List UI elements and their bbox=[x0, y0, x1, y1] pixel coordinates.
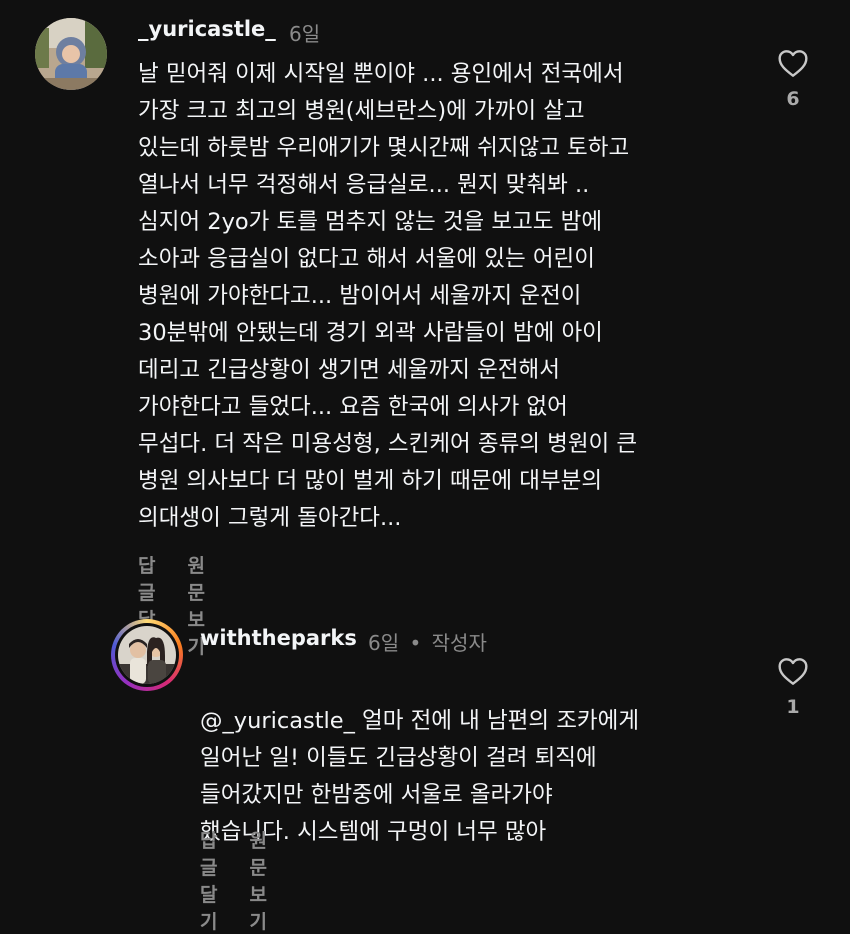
like-control: 6 bbox=[771, 48, 815, 110]
mention-link[interactable]: @_yuricastle_ bbox=[200, 708, 355, 734]
comment-timestamp: 6일 bbox=[289, 22, 321, 46]
reply-text: @_yuricastle_ 얼마 전에 내 남편의 조카에게 일어난 일! 이들… bbox=[200, 666, 760, 851]
reply-meta: 6일 • 작성자 bbox=[368, 627, 487, 656]
avatar-story-ring[interactable] bbox=[111, 619, 183, 691]
like-control: 1 bbox=[771, 656, 815, 718]
see-original-button[interactable]: 원문 보기 bbox=[249, 826, 266, 934]
avatar[interactable] bbox=[35, 18, 107, 90]
comment-username[interactable]: _yuricastle_ bbox=[138, 17, 276, 41]
heart-icon[interactable] bbox=[777, 48, 809, 78]
avatar bbox=[118, 626, 176, 684]
reply-username[interactable]: withtheparks bbox=[200, 626, 357, 650]
like-count: 1 bbox=[786, 696, 800, 718]
reply-timestamp: 6일 bbox=[368, 631, 400, 655]
meta-separator: • bbox=[409, 631, 422, 655]
comment-text: 날 믿어줘 이제 시작일 뿐이야 ... 용인에서 전국에서 가장 크고 최고의… bbox=[138, 61, 638, 531]
reply-button[interactable]: 답글 달기 bbox=[200, 826, 217, 934]
heart-icon[interactable] bbox=[777, 656, 809, 686]
author-badge: 작성자 bbox=[431, 631, 487, 655]
like-count: 6 bbox=[786, 88, 800, 110]
reply-actions: 답글 달기 원문 보기 bbox=[200, 826, 267, 934]
